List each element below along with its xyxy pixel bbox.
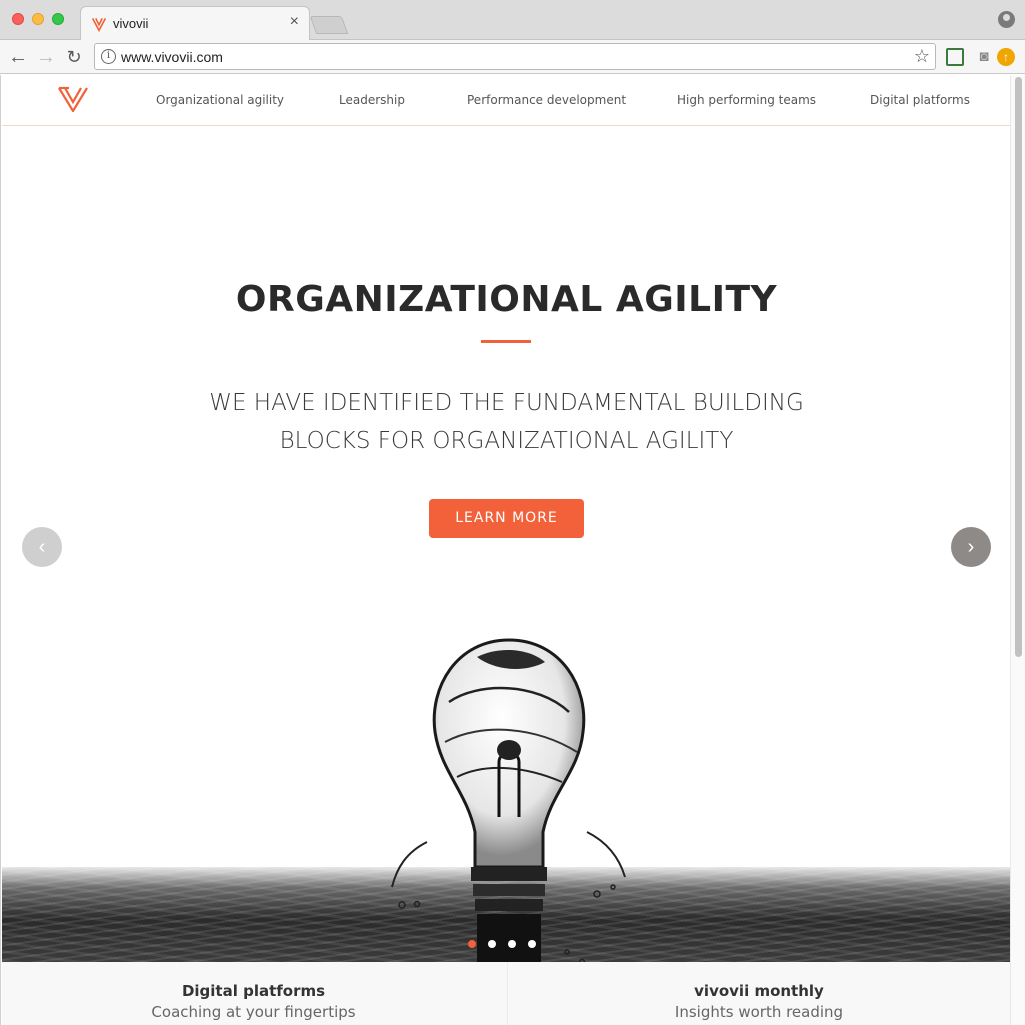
- hero-subtitle-line-2: BLOCKS FOR ORGANIZATIONAL AGILITY: [279, 428, 734, 454]
- site-navigation: Organizational agility Leadership Perfor…: [2, 75, 1011, 126]
- card-digital-platforms[interactable]: Digital platforms Coaching at your finge…: [2, 962, 505, 1025]
- back-arrow-icon[interactable]: ←: [6, 45, 30, 69]
- feature-cards: Digital platforms Coaching at your finge…: [2, 962, 1011, 1025]
- extension-screen-icon[interactable]: [946, 48, 964, 66]
- nav-link-performance-development[interactable]: Performance development: [467, 93, 626, 107]
- scrollbar-thumb[interactable]: [1015, 77, 1022, 657]
- forward-arrow-icon[interactable]: →: [34, 45, 58, 69]
- page-viewport: Organizational agility Leadership Perfor…: [0, 75, 1025, 1025]
- carousel-dot-3[interactable]: [508, 940, 516, 948]
- nav-link-leadership[interactable]: Leadership: [339, 93, 405, 107]
- carousel-dot-1[interactable]: [468, 940, 476, 948]
- browser-tab-bar: vivovii ×: [0, 0, 1025, 41]
- address-bar[interactable]: i www.vivovii.com ☆: [94, 43, 936, 70]
- profile-icon[interactable]: [998, 11, 1015, 28]
- site-info-icon[interactable]: i: [101, 49, 116, 64]
- nav-link-organizational-agility[interactable]: Organizational agility: [156, 93, 284, 107]
- card-subtitle: Insights worth reading: [674, 1003, 844, 1021]
- tab-close-icon[interactable]: ×: [290, 13, 299, 31]
- carousel-dot-2[interactable]: [488, 940, 496, 948]
- card-title: vivovii monthly: [694, 982, 824, 1000]
- hero-subtitle: WE HAVE IDENTIFIED THE FUNDAMENTAL BUILD…: [2, 384, 1011, 460]
- vivovii-favicon-icon: [91, 18, 107, 32]
- nav-link-digital-platforms[interactable]: Digital platforms: [870, 93, 970, 107]
- vivovii-logo-icon[interactable]: [58, 86, 88, 112]
- reload-icon[interactable]: ↻: [62, 45, 86, 69]
- hero-subtitle-line-1: WE HAVE IDENTIFIED THE FUNDAMENTAL BUILD…: [209, 390, 804, 416]
- carousel-prev-arrow-icon[interactable]: ‹: [22, 527, 62, 567]
- splashing-lightbulb-image: [391, 638, 626, 962]
- card-subtitle: Coaching at your fingertips: [151, 1003, 356, 1021]
- carousel-dot-4[interactable]: [528, 940, 536, 948]
- bookmark-star-icon[interactable]: ☆: [914, 46, 930, 67]
- tab-title: vivovii: [113, 16, 149, 31]
- browser-toolbar: ← → ↻ i www.vivovii.com ☆ ◙ ↑: [0, 40, 1025, 74]
- hero-title: ORGANIZATIONAL AGILITY: [235, 279, 778, 320]
- window-close-button[interactable]: [12, 13, 24, 25]
- card-vivovii-monthly[interactable]: vivovii monthly Insights worth reading: [507, 962, 1010, 1025]
- nav-link-high-performing-teams[interactable]: High performing teams: [677, 93, 816, 107]
- title-divider: [481, 340, 531, 343]
- url-text[interactable]: www.vivovii.com: [121, 49, 223, 65]
- window-minimize-button[interactable]: [32, 13, 44, 25]
- carousel-next-arrow-icon[interactable]: ›: [951, 527, 991, 567]
- browser-tab[interactable]: vivovii ×: [80, 6, 310, 41]
- new-tab-button[interactable]: [309, 16, 349, 34]
- card-title: Digital platforms: [181, 982, 326, 1000]
- window-zoom-button[interactable]: [52, 13, 64, 25]
- hero-carousel: ORGANIZATIONAL AGILITY WE HAVE IDENTIFIE…: [2, 127, 1011, 962]
- extension-update-icon[interactable]: ↑: [997, 48, 1015, 66]
- page-scrollbar[interactable]: [1010, 75, 1025, 1025]
- learn-more-button[interactable]: LEARN MORE: [429, 499, 584, 538]
- camera-icon[interactable]: ◙: [975, 48, 993, 66]
